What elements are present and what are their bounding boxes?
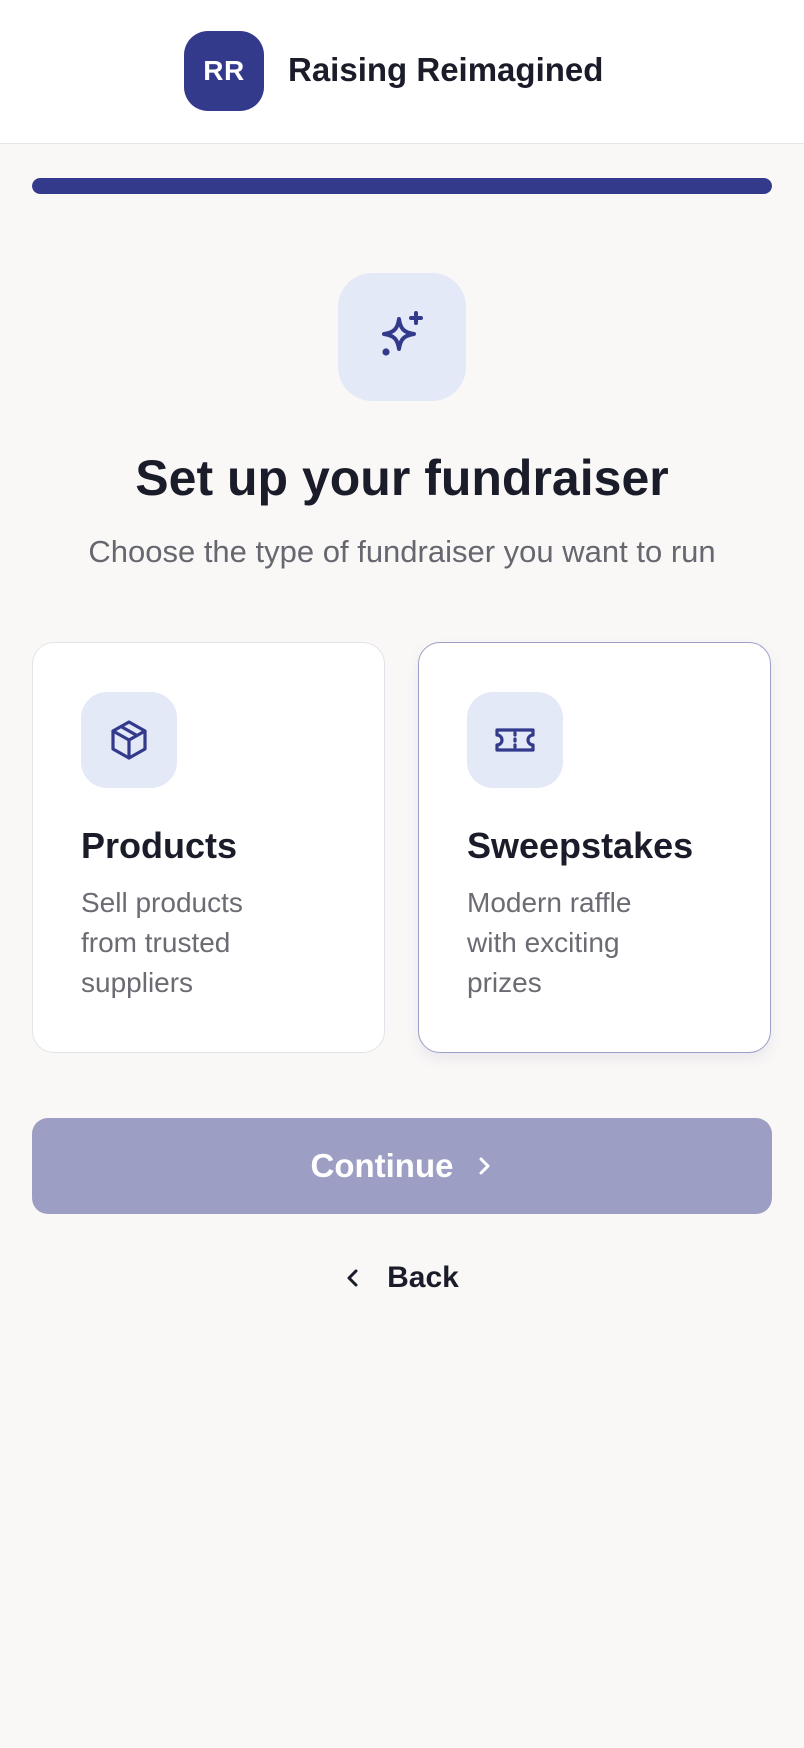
- logo-initials: RR: [203, 55, 245, 86]
- option-title: Products: [81, 825, 238, 866]
- option-card-sweepstakes[interactable]: Sweepstakes Modern raffle with exciting …: [418, 642, 771, 1053]
- chevron-right-icon: [475, 1155, 493, 1177]
- logo-badge[interactable]: RR: [184, 31, 264, 111]
- ticket-icon: [467, 692, 563, 788]
- page-title: Set up your fundraiser: [135, 450, 669, 506]
- back-button[interactable]: Back: [0, 1255, 804, 1301]
- app-header: RR Raising Reimagined: [0, 0, 804, 144]
- option-title: Sweepstakes: [467, 825, 694, 866]
- progress-bar-fill: [32, 178, 772, 194]
- sparkles-icon: [338, 273, 466, 401]
- page-subtitle: Choose the type of fundraiser you want t…: [88, 534, 716, 569]
- back-label: Back: [387, 1261, 459, 1294]
- package-box-icon: [81, 692, 177, 788]
- brand-name: Raising Reimagined: [288, 51, 604, 88]
- continue-button[interactable]: Continue: [32, 1118, 772, 1214]
- option-description: Sell products from trusted suppliers: [81, 887, 243, 998]
- progress-bar: [32, 178, 772, 194]
- option-description: Modern raffle with exciting prizes: [467, 887, 632, 998]
- continue-label: Continue: [310, 1147, 454, 1184]
- option-card-products[interactable]: Products Sell products from trusted supp…: [32, 642, 385, 1053]
- chevron-left-icon: [345, 1267, 361, 1289]
